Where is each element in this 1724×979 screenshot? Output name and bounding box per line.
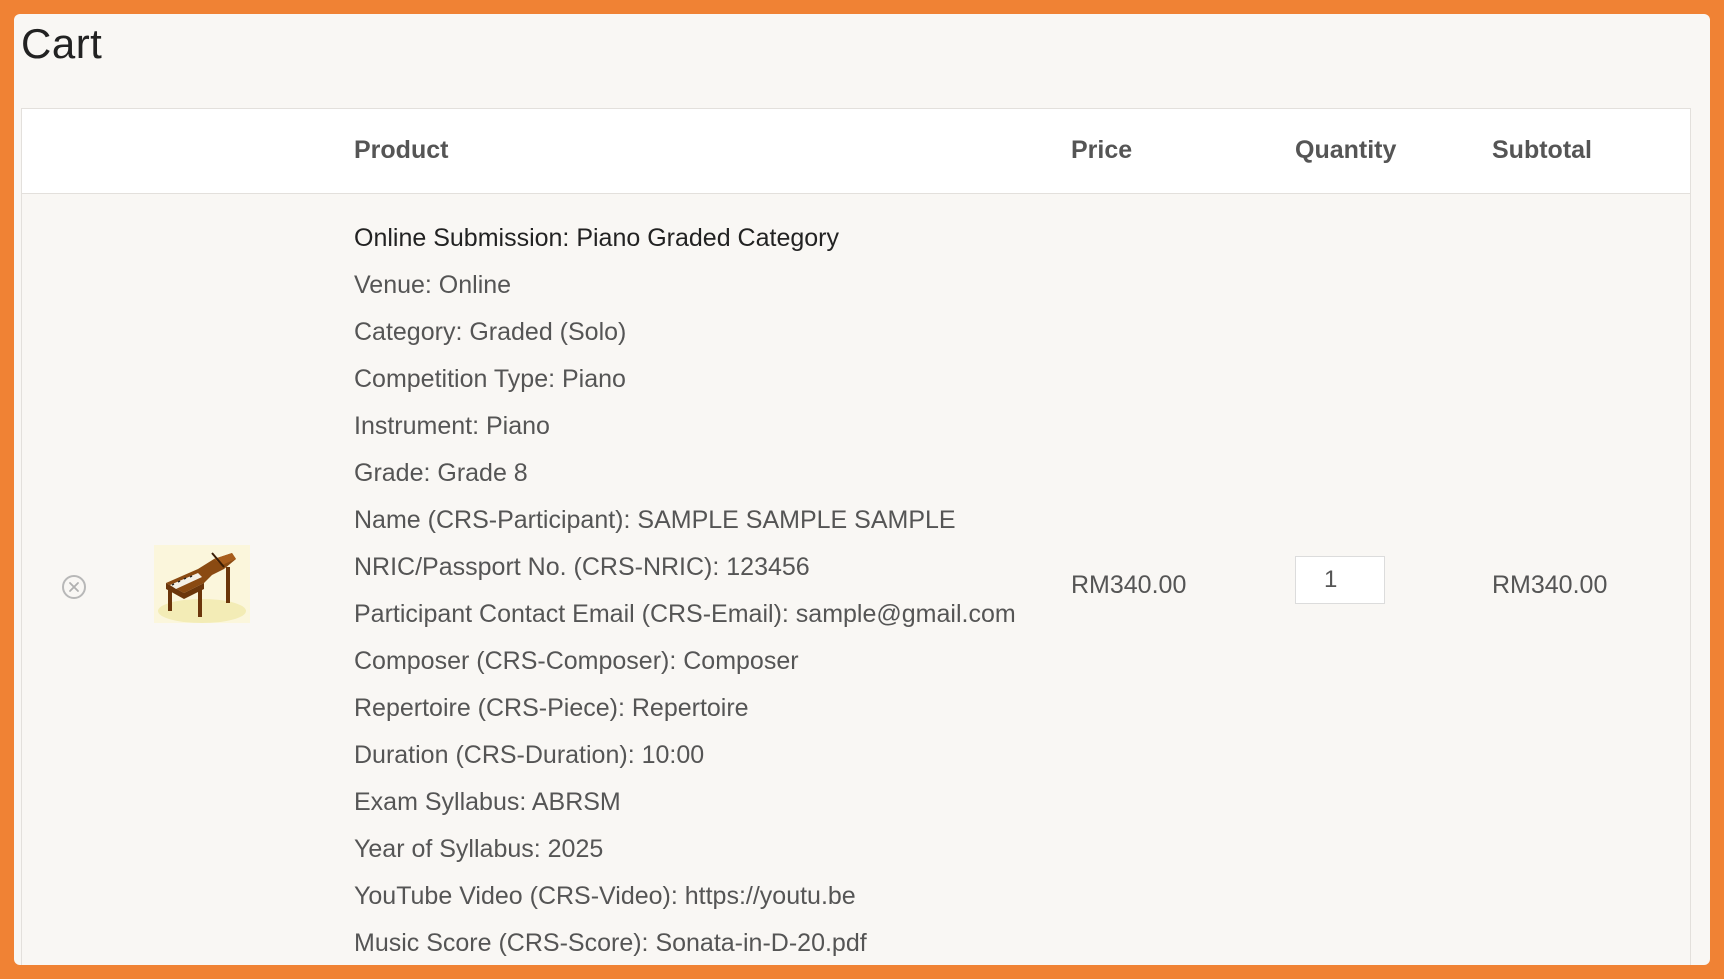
meta-nric: NRIC/Passport No. (CRS-NRIC): 123456: [354, 553, 810, 581]
item-subtotal: RM340.00: [1492, 571, 1608, 599]
meta-composer: Composer (CRS-Composer): Composer: [354, 647, 799, 675]
meta-venue: Venue: Online: [354, 271, 512, 299]
product-thumbnail[interactable]: [154, 545, 250, 623]
item-price: RM340.00: [1071, 571, 1187, 599]
meta-repertoire: Repertoire (CRS-Piece): Repertoire: [354, 694, 749, 722]
column-header-subtotal: Subtotal: [1492, 136, 1592, 164]
meta-category: Category: Graded (Solo): [354, 318, 627, 346]
grand-piano-icon: [154, 545, 250, 623]
meta-syllabus-year: Year of Syllabus: 2025: [354, 835, 604, 863]
meta-music-score: Music Score (CRS-Score): Sonata-in-D-20.…: [354, 929, 867, 957]
meta-exam-syllabus: Exam Syllabus: ABRSM: [354, 788, 621, 816]
product-name-link[interactable]: Online Submission: Piano Graded Category: [354, 215, 1034, 262]
meta-youtube-video: YouTube Video (CRS-Video): https://youtu…: [354, 882, 856, 910]
table-header: Product Price Quantity Subtotal: [22, 109, 1690, 194]
quantity-input[interactable]: [1295, 556, 1385, 604]
product-details: Online Submission: Piano Graded Category…: [354, 215, 1034, 965]
meta-instrument: Instrument: Piano: [354, 412, 550, 440]
meta-grade: Grade: Grade 8: [354, 459, 528, 487]
meta-duration: Duration (CRS-Duration): 10:00: [354, 741, 705, 769]
meta-participant-name: Name (CRS-Participant): SAMPLE SAMPLE SA…: [354, 506, 956, 534]
remove-item-button[interactable]: [62, 575, 86, 599]
page-title: Cart: [21, 20, 103, 67]
column-header-price: Price: [1071, 136, 1133, 164]
highlight-frame: Cart Product Price Quantity Subtotal Onl…: [0, 0, 1724, 979]
cart-page: Cart Product Price Quantity Subtotal Onl…: [14, 14, 1710, 965]
column-header-quantity: Quantity: [1295, 136, 1397, 164]
meta-competition-type: Competition Type: Piano: [354, 365, 626, 393]
meta-email: Participant Contact Email (CRS-Email): s…: [354, 600, 1016, 628]
cart-item-row: Online Submission: Piano Graded Category…: [22, 193, 1690, 965]
column-header-product: Product: [354, 136, 449, 164]
close-circle-icon: [69, 582, 79, 592]
cart-table: Product Price Quantity Subtotal Online S…: [21, 108, 1691, 965]
